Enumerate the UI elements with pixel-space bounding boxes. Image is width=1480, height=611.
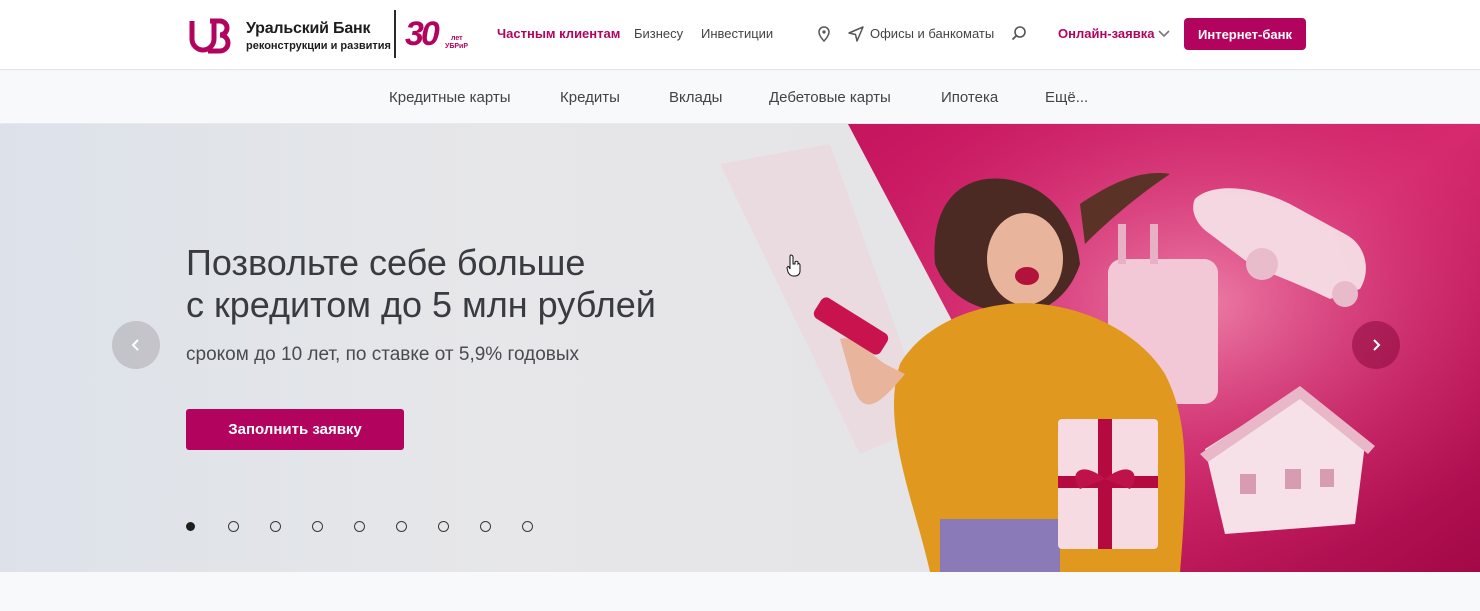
internet-bank-button[interactable]: Интернет-банк bbox=[1184, 18, 1306, 50]
slider-prev-button[interactable] bbox=[112, 321, 160, 369]
hero-subtitle: сроком до 10 лет, по ставке от 5,9% годо… bbox=[186, 344, 580, 365]
anniversary-number: 30 bbox=[405, 15, 440, 53]
slider-dot[interactable] bbox=[480, 521, 491, 532]
search-icon[interactable] bbox=[1011, 25, 1027, 41]
page-body-start bbox=[0, 572, 1480, 611]
bank-name-sub: реконструкции и развития bbox=[246, 39, 391, 52]
slider-dot[interactable] bbox=[396, 521, 407, 532]
slider-dot[interactable] bbox=[270, 521, 281, 532]
mouse-cursor-hand-icon bbox=[786, 254, 801, 277]
hero-title-line1: Позвольте себе больше bbox=[186, 242, 586, 283]
slider-dot[interactable] bbox=[186, 522, 195, 531]
slider-next-button[interactable] bbox=[1352, 321, 1400, 369]
logo-divider bbox=[394, 10, 396, 58]
chevron-down-icon[interactable] bbox=[1157, 29, 1171, 39]
ub-logo-icon bbox=[189, 18, 231, 54]
nav-investments[interactable]: Инвестиции bbox=[701, 26, 773, 41]
anniversary-badge: 30 лет УБРиР bbox=[405, 16, 475, 56]
hero-title: Позвольте себе больше с кредитом до 5 мл… bbox=[186, 242, 656, 326]
slider-dot[interactable] bbox=[438, 521, 449, 532]
online-request-dropdown[interactable]: Онлайн-заявка bbox=[1058, 26, 1154, 41]
subnav-credit-cards[interactable]: Кредитные карты bbox=[389, 89, 511, 106]
bank-logo[interactable]: Уральский Банк реконструкции и развития bbox=[186, 14, 391, 58]
chevron-right-icon bbox=[1373, 339, 1381, 351]
slider-dot[interactable] bbox=[312, 521, 323, 532]
map-pin-icon[interactable] bbox=[817, 26, 831, 42]
nav-business[interactable]: Бизнесу bbox=[634, 26, 683, 41]
anniversary-word: лет bbox=[451, 35, 463, 42]
offices-atms-link[interactable]: Офисы и банкоматы bbox=[870, 26, 994, 41]
navigation-arrow-icon bbox=[848, 26, 864, 42]
product-nav: Кредитные карты Кредиты Вклады Дебетовые… bbox=[0, 71, 1480, 123]
slider-dot[interactable] bbox=[354, 521, 365, 532]
subnav-loans[interactable]: Кредиты bbox=[560, 89, 620, 106]
hero-banner: Позвольте себе больше с кредитом до 5 мл… bbox=[0, 124, 1480, 572]
slider-dot[interactable] bbox=[522, 521, 533, 532]
hero-title-line2: с кредитом до 5 млн рублей bbox=[186, 284, 656, 325]
top-header: Уральский Банк реконструкции и развития … bbox=[0, 0, 1480, 70]
subnav-deposits[interactable]: Вклады bbox=[669, 89, 722, 106]
subnav-mortgage[interactable]: Ипотека bbox=[941, 89, 998, 106]
nav-private-clients[interactable]: Частным клиентам bbox=[497, 26, 620, 41]
gift-image bbox=[1058, 419, 1158, 549]
slider-pagination bbox=[186, 521, 564, 532]
anniversary-abbr: УБРиР bbox=[445, 43, 469, 50]
chevron-left-icon bbox=[131, 339, 139, 351]
bank-name: Уральский Банк bbox=[246, 19, 371, 37]
subnav-debit-cards[interactable]: Дебетовые карты bbox=[769, 89, 891, 106]
subnav-more[interactable]: Ещё... bbox=[1045, 89, 1088, 106]
slider-dot[interactable] bbox=[228, 521, 239, 532]
apply-button[interactable]: Заполнить заявку bbox=[186, 409, 404, 450]
